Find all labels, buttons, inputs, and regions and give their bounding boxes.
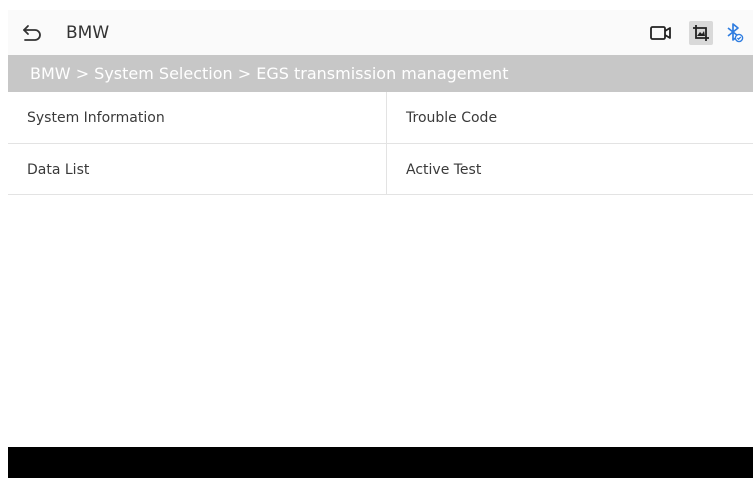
breadcrumb: BMW > System Selection > EGS transmissio… [8, 55, 753, 92]
menu-item-label: Active Test [406, 162, 482, 178]
back-arrow-icon[interactable] [21, 22, 43, 44]
menu-item-label: System Information [27, 110, 165, 126]
page-title: BMW [66, 23, 110, 43]
bluetooth-connected-icon[interactable] [725, 22, 745, 44]
top-bar: BMW [8, 10, 753, 55]
screenshot-button[interactable] [689, 21, 713, 45]
back-button[interactable] [21, 22, 43, 44]
menu-item-label: Data List [27, 162, 90, 178]
menu-item-active-test[interactable]: Active Test [387, 144, 753, 195]
menu-item-data-list[interactable]: Data List [8, 144, 387, 195]
bottom-bar [8, 447, 753, 478]
app-screen: BMW BMW > System Selection > EGS transmi… [0, 0, 753, 478]
screenshot-crop-icon[interactable] [692, 24, 710, 42]
breadcrumb-text: BMW > System Selection > EGS transmissio… [30, 64, 509, 83]
record-video-button[interactable] [649, 21, 673, 45]
function-menu: System Information Trouble Code Data Lis… [8, 92, 753, 195]
menu-item-trouble-code[interactable]: Trouble Code [387, 92, 753, 144]
bluetooth-status-button[interactable] [723, 21, 747, 45]
menu-item-label: Trouble Code [406, 110, 498, 126]
video-camera-icon[interactable] [649, 24, 673, 42]
menu-item-system-information[interactable]: System Information [8, 92, 387, 144]
